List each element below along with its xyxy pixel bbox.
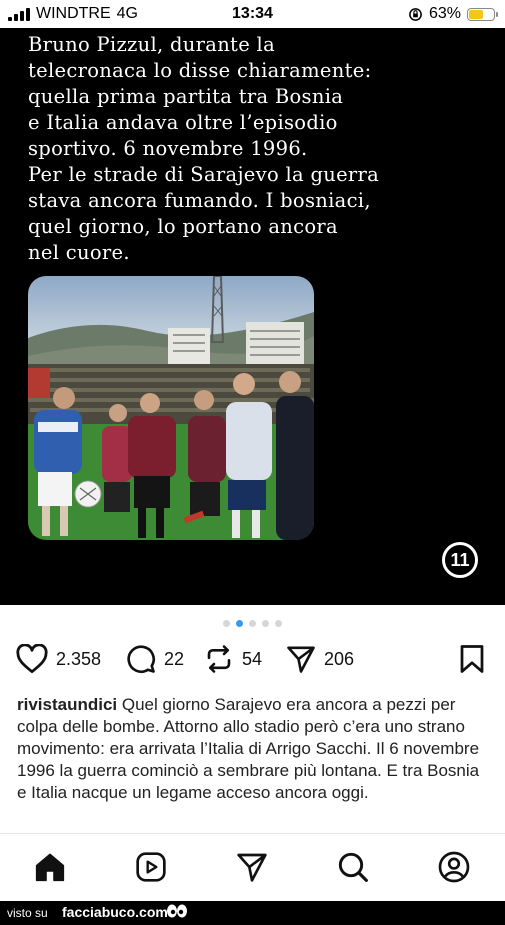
carousel-dot: [223, 620, 230, 627]
quote-line: sportivo. 6 novembre 1996.: [28, 137, 308, 160]
heart-icon: [16, 644, 48, 674]
repost-count: 54: [242, 648, 263, 669]
tab-home[interactable]: [34, 851, 66, 888]
battery-percent: 63%: [428, 5, 461, 22]
post-caption: rivistaundici Quel giorno Sarajevo era a…: [17, 694, 487, 804]
tab-reels[interactable]: [135, 851, 167, 888]
carousel-dot: [262, 620, 269, 627]
direct-icon: [237, 853, 267, 882]
carousel-indicator: [0, 620, 505, 627]
caption-username[interactable]: rivistaundici: [17, 695, 117, 714]
watermark-site: facciabuco.com: [62, 904, 168, 920]
home-icon: [35, 853, 65, 882]
bookmark-icon: [460, 645, 484, 673]
undici-logo-icon: 11: [442, 542, 478, 578]
share-button[interactable]: 206: [286, 644, 354, 674]
post-actions: 2.358 22 54 206: [16, 644, 491, 680]
send-icon: [287, 646, 315, 673]
status-bar: WINDTRE 4G 13:34 63%: [0, 0, 505, 28]
quote-line: e Italia andava oltre l’episodio: [28, 111, 338, 134]
carousel-dot: [249, 620, 256, 627]
battery-icon: [467, 7, 498, 21]
repost-button[interactable]: 54: [204, 644, 262, 674]
reels-icon: [136, 852, 166, 882]
watermark-bar: visto su facciabuco.com: [0, 901, 505, 925]
quote-line: stava ancora fumando. I bosniaci,: [28, 189, 371, 212]
comment-count: 22: [164, 648, 185, 669]
orientation-lock-icon: [409, 7, 422, 21]
profile-icon: [438, 851, 470, 883]
watermark-prefix: visto su: [7, 906, 48, 920]
carousel-dot: [275, 620, 282, 627]
eyes-logo-icon: [167, 904, 187, 918]
quote-line: telecronaca lo disse chiaramente:: [28, 59, 372, 82]
quote-line: quel giorno, lo portano ancora: [28, 215, 338, 238]
like-count: 2.358: [56, 648, 102, 669]
quote-line: quella prima partita tra Bosnia: [28, 85, 344, 108]
quote-line: Per le strade di Sarajevo la guerra: [28, 163, 380, 186]
comment-icon: [127, 645, 155, 673]
quote-line: nel cuore.: [28, 241, 130, 264]
quote-line: Bruno Pizzul, durante la: [28, 33, 275, 56]
tab-search[interactable]: [337, 851, 369, 888]
match-photo[interactable]: [28, 276, 314, 540]
tab-profile[interactable]: [438, 851, 470, 888]
tab-direct[interactable]: [236, 851, 268, 888]
logo-number: 11: [450, 549, 470, 570]
carousel-dot: [236, 620, 243, 627]
like-button[interactable]: 2.358: [16, 644, 101, 674]
search-icon: [338, 852, 368, 882]
save-button[interactable]: [458, 644, 486, 674]
post-quote: Bruno Pizzul, durante la telecronaca lo d…: [28, 32, 488, 266]
comment-button[interactable]: 22: [126, 644, 184, 674]
bottom-tab-bar: [0, 833, 505, 902]
post-media[interactable]: Bruno Pizzul, durante la telecronaca lo d…: [0, 28, 505, 605]
share-count: 206: [324, 648, 355, 669]
repost-icon: [207, 645, 231, 673]
